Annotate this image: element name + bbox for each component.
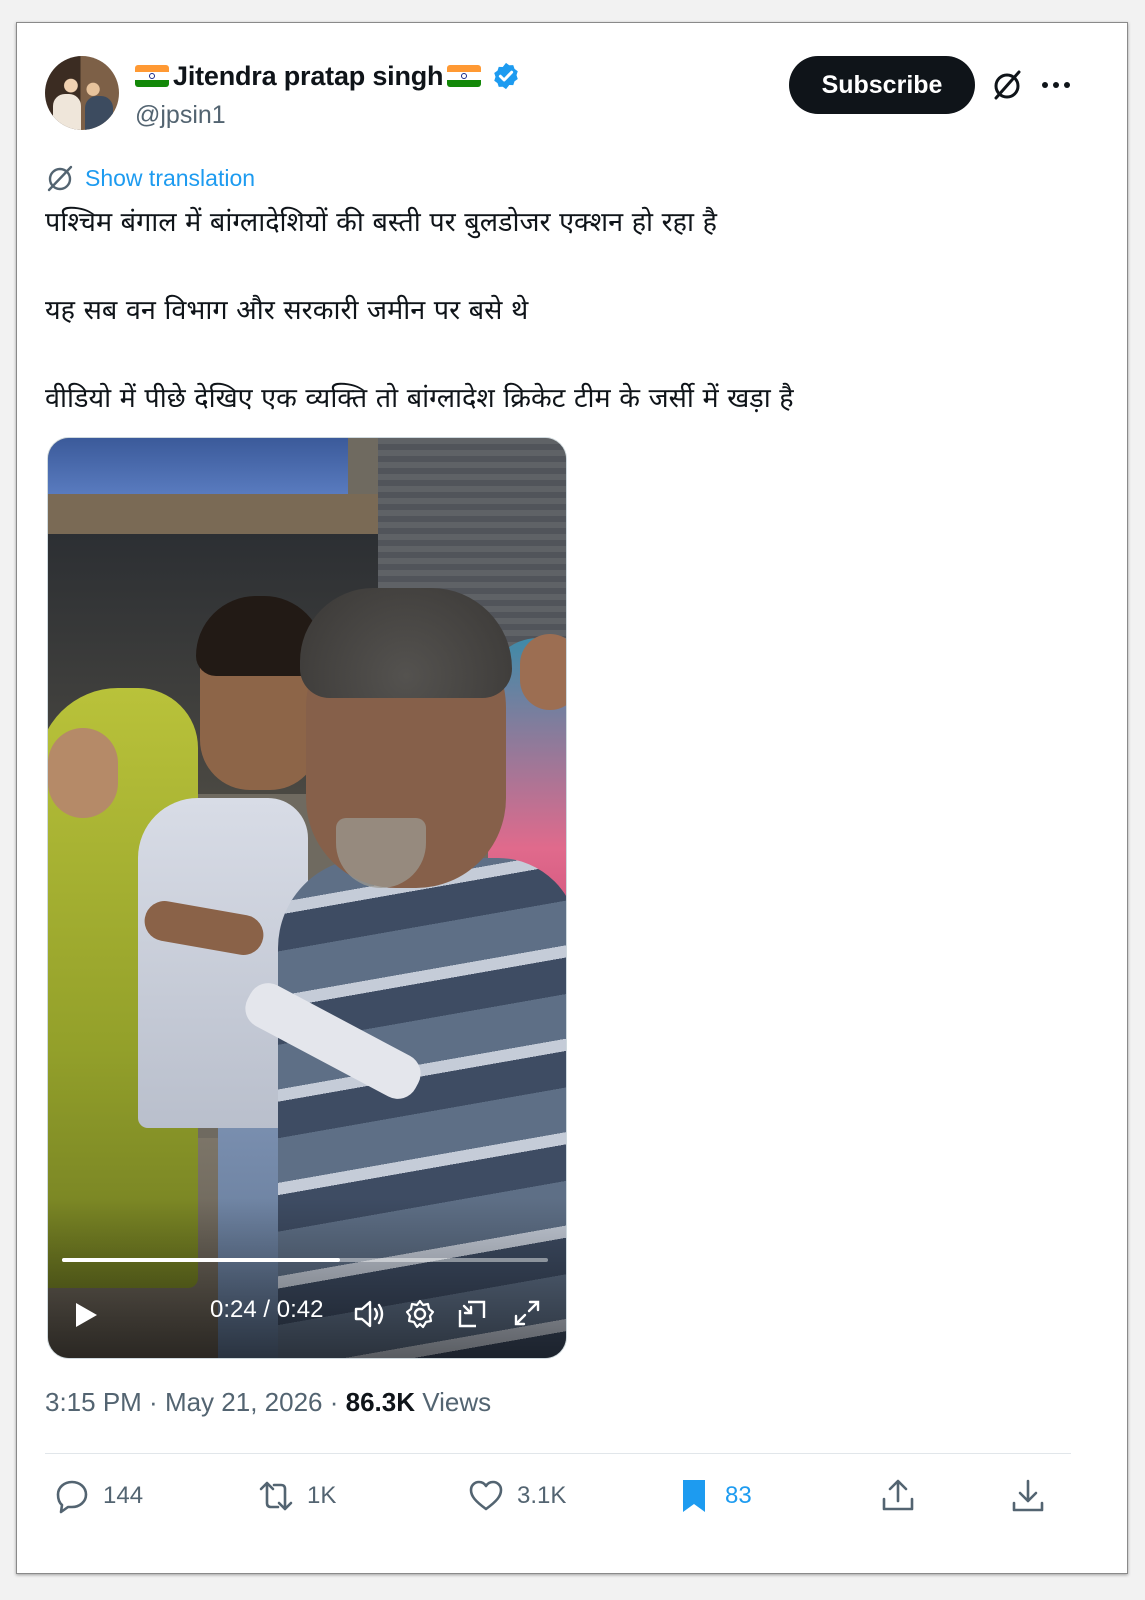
india-flag-icon bbox=[135, 65, 169, 87]
reply-icon bbox=[56, 1480, 88, 1514]
bookmark-icon bbox=[683, 1480, 705, 1512]
bookmark-count: 83 bbox=[725, 1482, 752, 1509]
author-handle[interactable]: @jpsin1 bbox=[135, 101, 226, 130]
repost-button[interactable]: 1K bbox=[257, 1477, 336, 1515]
subscribe-button[interactable]: Subscribe bbox=[789, 56, 975, 114]
tweet-text-line: पश्चिम बंगाल में बांग्लादेशियों की बस्ती… bbox=[45, 207, 717, 238]
heart-icon bbox=[469, 1480, 503, 1511]
share-icon bbox=[882, 1479, 914, 1511]
author-name[interactable]: Jitendra pratap singh bbox=[173, 61, 444, 92]
repost-icon bbox=[259, 1481, 293, 1511]
picture-in-picture-icon[interactable] bbox=[456, 1298, 488, 1330]
bookmark-button[interactable]: 83 bbox=[675, 1477, 752, 1515]
show-translation[interactable]: Show translation bbox=[45, 163, 255, 193]
author-name-row[interactable]: Jitendra pratap singh bbox=[135, 59, 521, 93]
video-controls: 0:24 / 0:42 bbox=[48, 1290, 566, 1338]
reply-count: 144 bbox=[103, 1482, 144, 1509]
play-icon[interactable] bbox=[72, 1300, 100, 1330]
repost-count: 1K bbox=[307, 1482, 337, 1509]
shop-sign bbox=[48, 438, 348, 496]
video-frame bbox=[48, 438, 566, 1358]
more-options-icon[interactable] bbox=[1041, 79, 1071, 91]
views-label: Views bbox=[422, 1387, 492, 1417]
video-progress-fill bbox=[62, 1258, 340, 1262]
tweet-date[interactable]: May 21, 2026 bbox=[165, 1387, 323, 1417]
download-button[interactable] bbox=[1009, 1477, 1047, 1515]
video-player[interactable]: 0:24 / 0:42 bbox=[47, 437, 567, 1359]
reply-button[interactable]: 144 bbox=[53, 1477, 143, 1515]
avatar[interactable] bbox=[45, 56, 119, 130]
like-count: 3.1K bbox=[517, 1482, 567, 1509]
tweet-time[interactable]: 3:15 PM bbox=[45, 1387, 142, 1417]
fullscreen-icon[interactable] bbox=[512, 1298, 542, 1328]
video-time: 0:24 / 0:42 bbox=[210, 1296, 324, 1323]
settings-icon[interactable] bbox=[404, 1298, 436, 1330]
india-flag-icon bbox=[447, 65, 482, 87]
video-progress-bar[interactable] bbox=[62, 1258, 548, 1262]
views-count: 86.3K bbox=[345, 1387, 415, 1417]
tweet-meta: 3:15 PM · May 21, 2026 · 86.3K Views bbox=[45, 1387, 492, 1417]
share-button[interactable] bbox=[879, 1477, 917, 1515]
verified-badge-icon[interactable] bbox=[491, 61, 521, 91]
translate-icon bbox=[47, 165, 73, 192]
divider bbox=[45, 1453, 1071, 1454]
tweet-text-line: यह सब वन विभाग और सरकारी जमीन पर बसे थे bbox=[45, 295, 529, 326]
tweet-card: Jitendra pratap singh @jpsin1 Subscribe … bbox=[16, 22, 1128, 1574]
grok-icon[interactable] bbox=[989, 67, 1025, 103]
download-icon bbox=[1012, 1479, 1044, 1512]
tweet-text-line: वीडियो में पीछे देखिए एक व्यक्ति तो बांग… bbox=[45, 383, 794, 414]
like-button[interactable]: 3.1K bbox=[467, 1477, 566, 1515]
show-translation-link[interactable]: Show translation bbox=[85, 165, 255, 192]
tweet-text: पश्चिम बंगाल में बांग्लादेशियों की बस्ती… bbox=[45, 201, 1105, 421]
volume-icon[interactable] bbox=[352, 1298, 386, 1330]
